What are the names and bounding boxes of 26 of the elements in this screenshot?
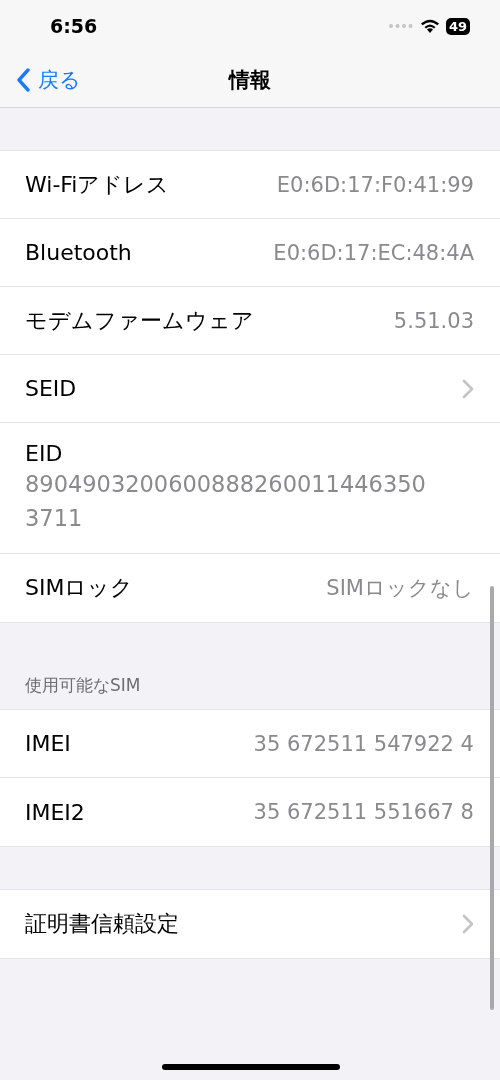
row-value: 35 672511 547922 4 (253, 731, 474, 756)
row-value: 35 672511 551667 8 (253, 800, 474, 824)
row-label: Bluetooth (25, 240, 132, 265)
list-row[interactable]: SEID (0, 355, 500, 423)
row-label: Wi-Fiアドレス (25, 170, 170, 199)
chevron-right-icon (462, 378, 474, 399)
row-value: E0:6D:17:F0:41:99 (276, 172, 474, 197)
row-label: EID (25, 440, 63, 466)
back-button[interactable]: 戻る (0, 65, 81, 94)
row-value: 89049032006008882600114463503711 (25, 469, 427, 533)
row-label: IMEI (25, 731, 71, 756)
battery-percent: 49 (448, 18, 467, 34)
row-label: IMEI2 (25, 799, 85, 825)
page-title: 情報 (229, 66, 271, 94)
section-header: 使用可能なSIM (25, 674, 141, 697)
chevron-left-icon (16, 67, 30, 92)
row-label: モデムファームウェア (25, 306, 254, 335)
row-value: E0:6D:17:EC:48:4A (273, 240, 474, 265)
signal-dots-icon (387, 23, 414, 29)
row-label: SIMロック (25, 574, 134, 602)
row-value: SIMロックなし (326, 575, 474, 602)
list-row[interactable]: 証明書信頼設定 (0, 890, 500, 958)
row-value: 5.51.03 (393, 308, 474, 333)
chevron-right-icon (462, 914, 474, 934)
clock-time: 6:56 (50, 15, 98, 37)
wifi-icon (419, 18, 440, 34)
